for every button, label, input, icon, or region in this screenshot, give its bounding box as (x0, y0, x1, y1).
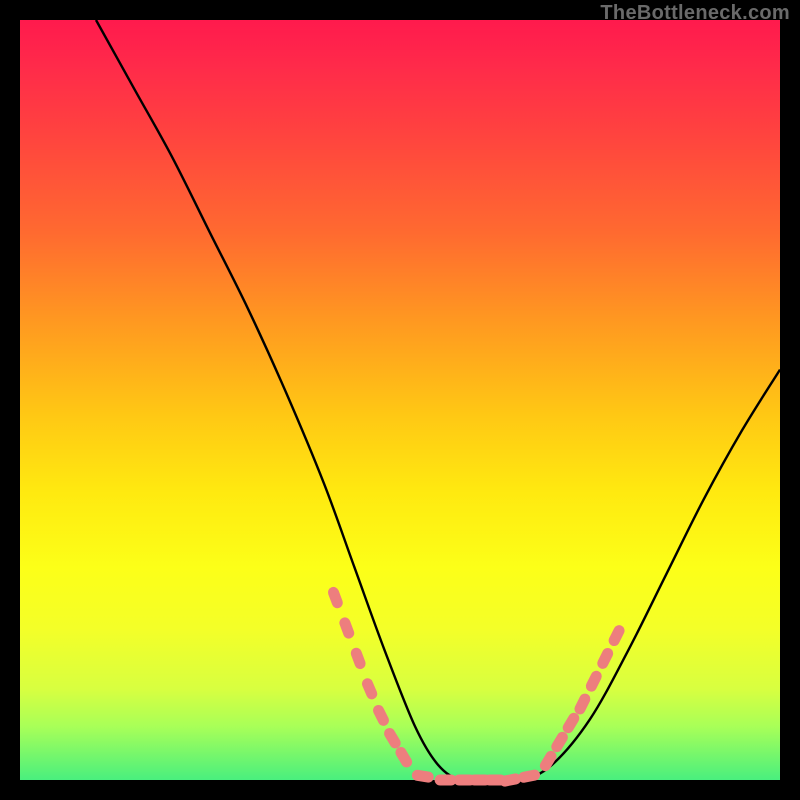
marker-dot (573, 692, 593, 717)
marker-dot (517, 769, 541, 784)
marker-dot (326, 585, 344, 609)
chart-overlay (20, 20, 780, 780)
marker-dot (595, 646, 615, 671)
marker-dot (584, 669, 604, 694)
watermark-text: TheBottleneck.com (600, 2, 790, 25)
marker-dot (561, 711, 582, 736)
marker-dot (382, 726, 403, 751)
marker-dot (435, 775, 457, 786)
bottleneck-curve (96, 20, 780, 781)
marker-dot (371, 703, 391, 728)
marker-dot (607, 623, 627, 648)
marker-dot (360, 677, 379, 702)
chart-frame: TheBottleneck.com (0, 0, 800, 800)
marker-dot (411, 769, 435, 783)
marker-dot (393, 745, 414, 770)
marker-dot (349, 646, 367, 670)
marker-dot (338, 616, 356, 640)
